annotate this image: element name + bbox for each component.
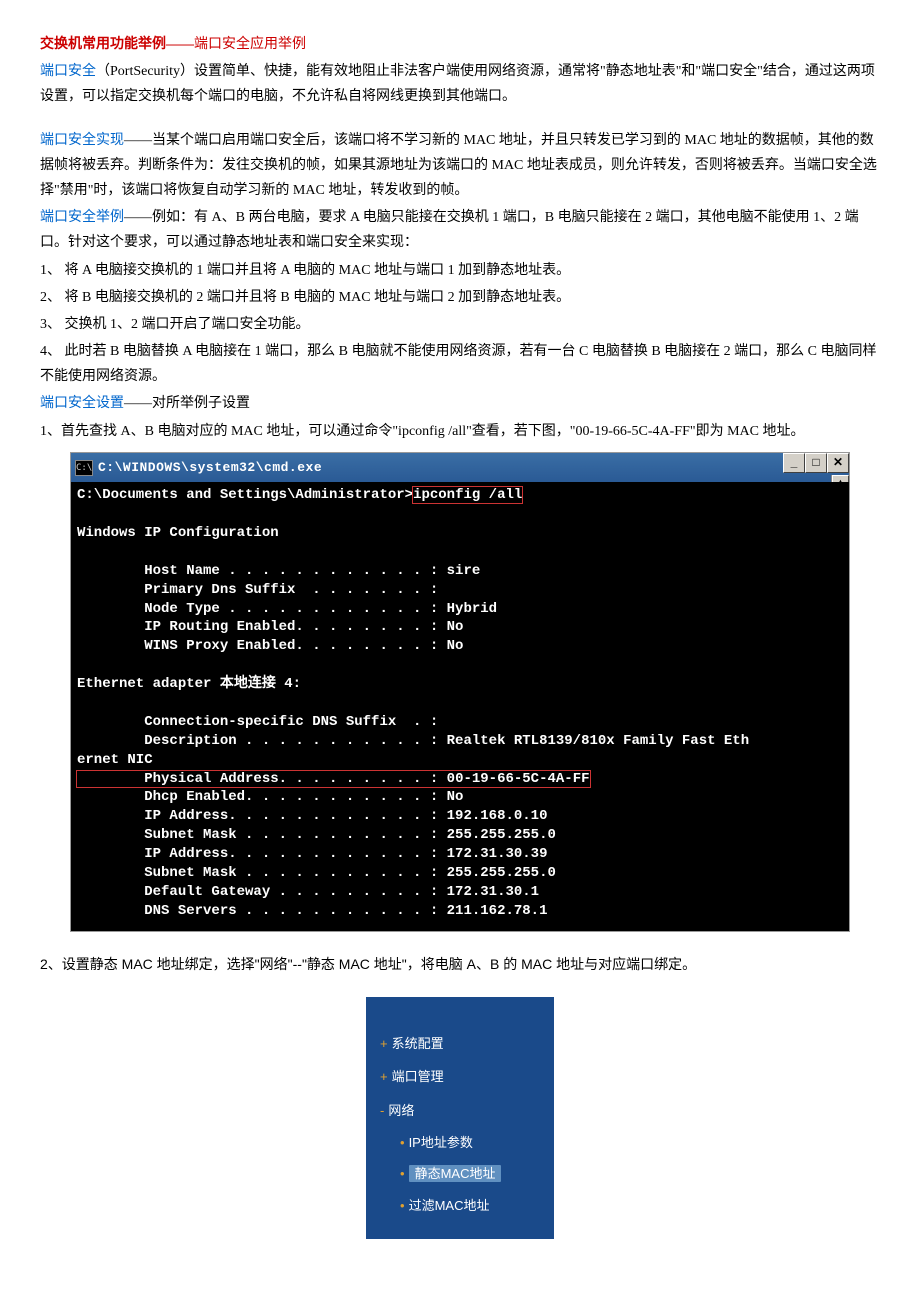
paragraph-3: 端口安全举例——例如：有 A、B 两台电脑，要求 A 电脑只能接在交换机 1 端… — [40, 205, 880, 255]
step-1: 1、首先查找 A、B 电脑对应的 MAC 地址，可以通过命令"ipconfig … — [40, 419, 880, 444]
cmd-line-ip2: IP Address. . . . . . . . . . . . : 172.… — [77, 846, 547, 862]
paragraph-2: 端口安全实现——当某个端口启用端口安全后，该端口将不学习新的 MAC 地址，并且… — [40, 128, 880, 204]
cmd-physaddr-value: 00-19-66-5C-4A-FF — [447, 771, 590, 787]
cmd-line-description: Description . . . . . . . . . . . : Real… — [77, 733, 749, 749]
nav-item-network[interactable]: -网络 — [378, 1094, 542, 1127]
cmd-line-dnsservers: DNS Servers . . . . . . . . . . . : 211.… — [77, 903, 547, 919]
cmd-line-gateway: Default Gateway . . . . . . . . . : 172.… — [77, 884, 539, 900]
list-item-1: 1、 将 A 电脑接交换机的 1 端口并且将 A 电脑的 MAC 地址与端口 1… — [40, 258, 880, 283]
bullet-icon: • — [400, 1166, 405, 1181]
maximize-button[interactable]: □ — [805, 453, 827, 473]
nav-sub-staticmac[interactable]: • 静态MAC地址 — [378, 1158, 542, 1189]
cmd-line-ip1: IP Address. . . . . . . . . . . . : 192.… — [77, 808, 547, 824]
cmd-line-iprouting: IP Routing Enabled. . . . . . . . : No — [77, 619, 463, 635]
cmd-title: C:\WINDOWS\system32\cmd.exe — [98, 456, 322, 479]
list-item-4: 4、 此时若 B 电脑替换 A 电脑接在 1 端口，那么 B 电脑就不能使用网络… — [40, 339, 880, 389]
minus-icon: - — [380, 1103, 384, 1118]
cmd-line-hostname: Host Name . . . . . . . . . . . . : sire — [77, 563, 480, 579]
cmd-window: C:\ C:\WINDOWS\system32\cmd.exe _ □ ✕ ▲ … — [70, 452, 850, 932]
cmd-line-subnet1: Subnet Mask . . . . . . . . . . . : 255.… — [77, 827, 556, 843]
cmd-line-dhcp: Dhcp Enabled. . . . . . . . . . . : No — [77, 789, 463, 805]
term-settings: 端口安全设置 — [40, 396, 124, 411]
p4-text: ——对所举例子设置 — [124, 396, 250, 411]
bullet-icon: • — [400, 1135, 405, 1150]
cmd-line-dnssuffix: Primary Dns Suffix . . . . . . . : — [77, 582, 438, 598]
plus-icon: + — [380, 1036, 388, 1051]
title-main: 交换机常用功能举例—— — [40, 37, 194, 52]
p2-text: ——当某个端口启用端口安全后，该端口将不学习新的 MAC 地址，并且只转发已学习… — [40, 133, 877, 198]
cmd-line-nodetype: Node Type . . . . . . . . . . . . : Hybr… — [77, 601, 497, 617]
paragraph-1: 端口安全（PortSecurity）设置简单、快捷，能有效地阻止非法客户端使用网… — [40, 59, 880, 109]
nav-label-port: 端口管理 — [392, 1069, 444, 1084]
cmd-icon: C:\ — [75, 460, 93, 476]
term-example: 端口安全举例 — [40, 210, 124, 225]
nav-label-system: 系统配置 — [392, 1036, 444, 1051]
cmd-output[interactable]: C:\Documents and Settings\Administrator>… — [71, 482, 849, 930]
term-implementation: 端口安全实现 — [40, 133, 124, 148]
cmd-command-highlight: ipconfig /all — [413, 487, 522, 503]
cmd-physaddr-label: Physical Address. . . . . . . . . : — [77, 771, 447, 787]
plus-icon: + — [380, 1069, 388, 1084]
cmd-line-conndns: Connection-specific DNS Suffix . : — [77, 714, 438, 730]
title-sub: 端口安全应用举例 — [194, 37, 306, 52]
cmd-line-winip: Windows IP Configuration — [77, 525, 279, 541]
cmd-line-adapter: Ethernet adapter 本地连接 4: — [77, 676, 301, 692]
nav-label-network: 网络 — [388, 1103, 414, 1118]
router-nav-panel: + 系统配置 + 端口管理 -网络 • IP地址参数 • 静态MAC地址 • 过滤MAC地… — [366, 997, 554, 1239]
cmd-line-physaddr-highlight: Physical Address. . . . . . . . . : 00-1… — [77, 771, 590, 787]
step-2: 2、设置静态 MAC 地址绑定，选择"网络"--"静态 MAC 地址"，将电脑 … — [40, 952, 880, 977]
nav-label-filtermac: 过滤MAC地址 — [409, 1198, 490, 1213]
minimize-button[interactable]: _ — [783, 453, 805, 473]
nav-sub-ipparam[interactable]: • IP地址参数 — [378, 1127, 542, 1158]
cmd-line-ernet: ernet NIC — [77, 752, 153, 768]
nav-label-staticmac-highlight: 静态MAC地址 — [409, 1165, 502, 1182]
nav-item-port[interactable]: + 端口管理 — [378, 1060, 542, 1093]
term-port-security: 端口安全 — [40, 64, 96, 79]
nav-item-system[interactable]: + 系统配置 — [378, 1027, 542, 1060]
spacer — [40, 112, 880, 126]
bullet-icon: • — [400, 1198, 405, 1213]
cmd-line-subnet2: Subnet Mask . . . . . . . . . . . : 255.… — [77, 865, 556, 881]
close-button[interactable]: ✕ — [827, 453, 849, 473]
p3-text: ——例如：有 A、B 两台电脑，要求 A 电脑只能接在交换机 1 端口，B 电脑… — [40, 210, 859, 250]
p1-text: （PortSecurity）设置简单、快捷，能有效地阻止非法客户端使用网络资源，… — [40, 64, 875, 104]
cmd-prompt: C:\Documents and Settings\Administrator> — [77, 487, 413, 503]
nav-label-ip: IP地址参数 — [409, 1135, 473, 1150]
paragraph-4: 端口安全设置——对所举例子设置 — [40, 391, 880, 416]
nav-sub-filtermac[interactable]: • 过滤MAC地址 — [378, 1190, 542, 1221]
window-controls: _ □ ✕ — [783, 453, 849, 473]
list-item-3: 3、 交换机 1、2 端口开启了端口安全功能。 — [40, 312, 880, 337]
doc-title: 交换机常用功能举例——端口安全应用举例 — [40, 32, 880, 57]
cmd-titlebar: C:\ C:\WINDOWS\system32\cmd.exe — [71, 453, 849, 482]
list-item-2: 2、 将 B 电脑接交换机的 2 端口并且将 B 电脑的 MAC 地址与端口 2… — [40, 285, 880, 310]
cmd-line-winsproxy: WINS Proxy Enabled. . . . . . . . : No — [77, 638, 463, 654]
